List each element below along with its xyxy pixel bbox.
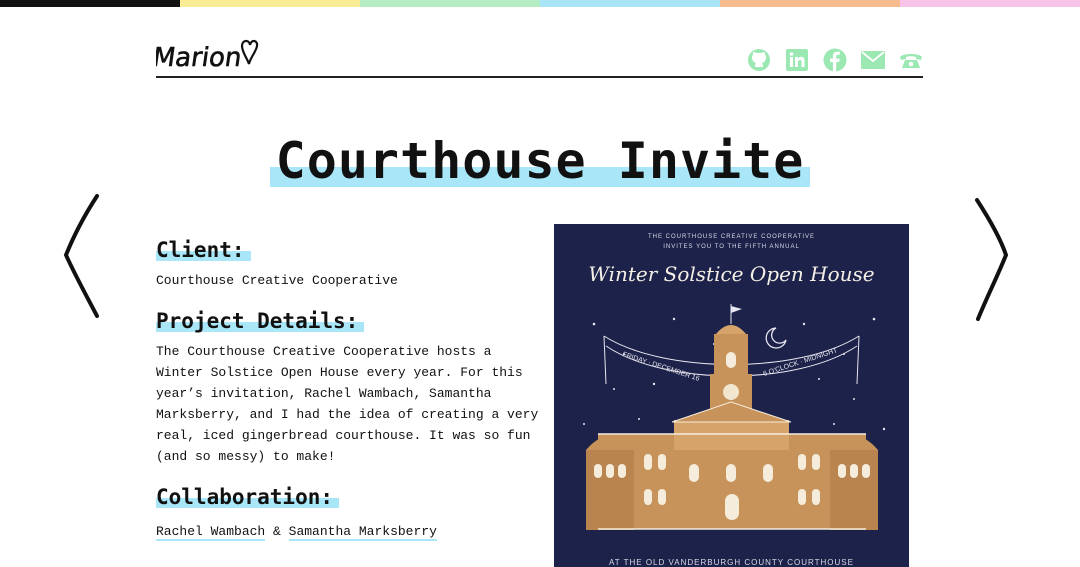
top-bar-segment <box>540 0 720 7</box>
site-header: Marion <box>151 36 923 78</box>
chevron-right-icon <box>975 198 1009 321</box>
client-heading: Client: <box>156 238 251 262</box>
project-section: Project Details: The Courthouse Creative… <box>156 309 546 467</box>
invitation-image: THE COURTHOUSE CREATIVE COOPERATIVE INVI… <box>554 224 909 567</box>
next-project-button[interactable] <box>970 197 1012 330</box>
logo-text: Marion <box>156 43 244 72</box>
top-bar-segment <box>360 0 540 7</box>
facebook-icon[interactable] <box>823 48 847 72</box>
client-value: Courthouse Creative Cooperative <box>156 273 398 288</box>
github-icon[interactable] <box>747 48 771 72</box>
moon-icon <box>765 327 787 349</box>
chevron-left-icon <box>63 194 99 318</box>
heart-icon <box>240 39 259 65</box>
project-heading: Project Details: <box>156 309 365 333</box>
marion-signature-logo: Marion <box>151 39 259 73</box>
prev-project-button[interactable] <box>62 193 104 326</box>
top-bar-segment <box>180 0 360 7</box>
top-bar-segment <box>720 0 900 7</box>
site-logo[interactable]: Marion <box>151 36 260 77</box>
social-links <box>747 48 923 72</box>
collaborator-link[interactable]: Rachel Wambach <box>156 524 266 541</box>
page-title-wrap: Courthouse Invite <box>0 132 1080 190</box>
invite-location-text: AT THE OLD VANDERBURGH COUNTY COURTHOUSE <box>609 558 854 567</box>
top-color-bar <box>0 0 1080 7</box>
mail-icon[interactable] <box>861 48 885 72</box>
collaborator-link[interactable]: Samantha Marksberry <box>288 524 437 541</box>
collaboration-heading: Collaboration: <box>156 485 340 509</box>
collaborator-separator: & <box>273 524 281 539</box>
top-bar-segment <box>0 0 180 7</box>
page-title: Courthouse Invite <box>269 132 811 190</box>
banner-date-text: FRIDAY · DECEMBER 16 <box>621 351 700 383</box>
gingerbread-courthouse-illustration: FRIDAY · DECEMBER 16 6 O'CLOCK · MIDNIGH… <box>583 304 886 530</box>
phone-icon[interactable] <box>899 48 923 72</box>
collaboration-section: Collaboration: Rachel Wambach & Samantha… <box>156 485 546 542</box>
linkedin-icon[interactable] <box>785 48 809 72</box>
top-bar-segment <box>900 0 1080 7</box>
client-section: Client: Courthouse Creative Cooperative <box>156 238 546 291</box>
collaborators-line: Rachel Wambach & Samantha Marksberry <box>156 521 546 542</box>
project-description: The Courthouse Creative Cooperative host… <box>156 344 539 464</box>
project-details-column: Client: Courthouse Creative Cooperative … <box>156 238 546 560</box>
